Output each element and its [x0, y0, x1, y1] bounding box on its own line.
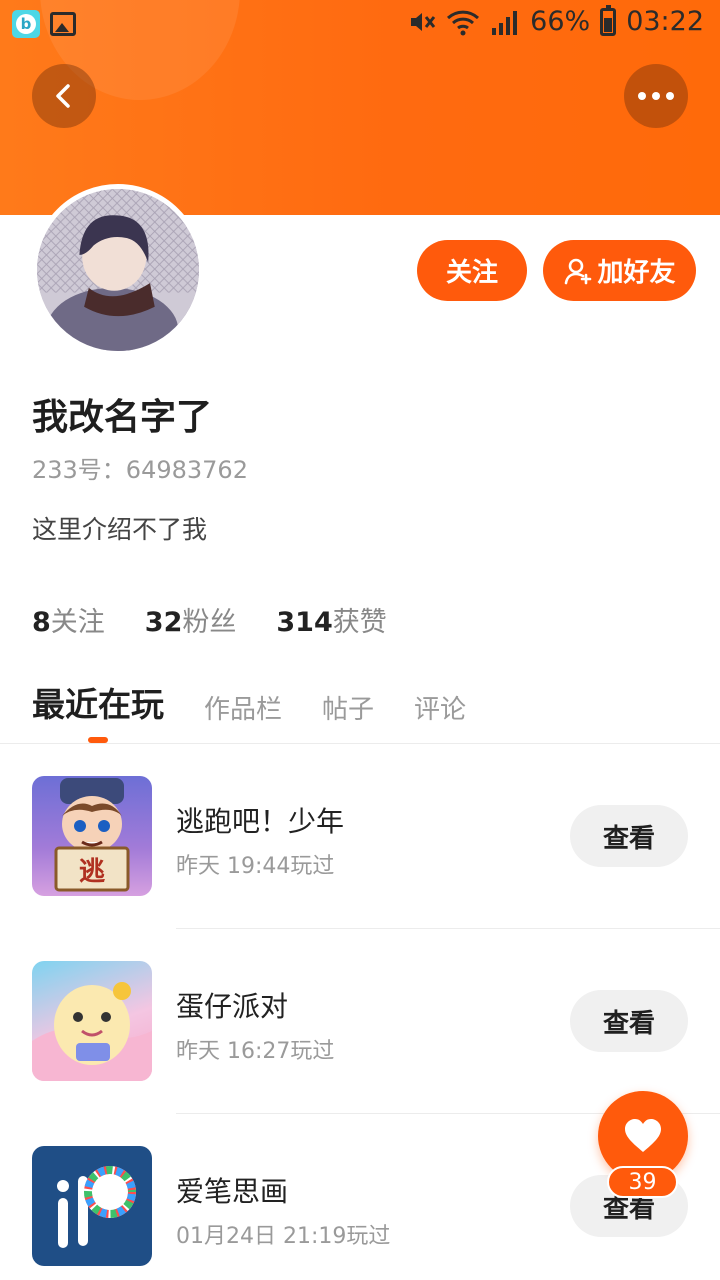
avatar[interactable] [32, 184, 204, 356]
divider [0, 743, 720, 744]
battery-percent: 66% [530, 6, 591, 37]
divider [176, 928, 720, 929]
add-friend-button[interactable]: 加好友 [543, 240, 696, 301]
signal-icon [492, 10, 518, 35]
tab-comments[interactable]: 评论 [414, 689, 466, 732]
add-friend-label: 加好友 [597, 258, 676, 288]
back-chevron-icon [56, 84, 70, 108]
tab-posts[interactable]: 帖子 [322, 689, 374, 732]
app-notification-icon: b [12, 10, 40, 38]
game-title: 逃跑吧！少年 [176, 805, 345, 838]
username: 我改名字了 [32, 397, 213, 438]
battery-icon [600, 4, 617, 36]
view-button[interactable]: 查看 [570, 805, 688, 867]
game-title: 爱笔思画 [176, 1175, 289, 1208]
bio: 这里介绍不了我 [32, 515, 208, 544]
follow-button[interactable]: 关注 [417, 240, 527, 301]
wifi-icon [447, 10, 480, 35]
stat-fans[interactable]: 32粉丝 [145, 600, 237, 639]
game-icon-escape-label: 逃 [79, 857, 105, 887]
user-id: 233号：64983762 [32, 456, 248, 484]
image-notification-icon [50, 12, 76, 36]
mute-icon [411, 12, 436, 31]
game-title: 蛋仔派对 [176, 990, 289, 1023]
heart-icon [625, 1119, 661, 1152]
game-last-played: 01月24日 21:19玩过 [176, 1224, 391, 1249]
profile-tabs: 最近在玩 作品栏 帖子 评论 [32, 678, 466, 732]
back-button[interactable] [32, 64, 96, 128]
game-icon-escape: 逃 [32, 776, 152, 896]
stats-row: 8关注 32粉丝 314获赞 [32, 600, 387, 639]
game-last-played: 昨天 16:27玩过 [176, 1039, 335, 1064]
status-bar: b 66% 03:22 [0, 0, 720, 48]
add-user-icon [565, 258, 592, 284]
like-count-badge: 39 [607, 1166, 678, 1198]
tab-recently-played[interactable]: 最近在玩 [32, 678, 164, 732]
stat-likes[interactable]: 314获赞 [276, 600, 386, 639]
clock: 03:22 [626, 6, 704, 37]
list-item[interactable]: 逃 逃跑吧！少年 昨天 19:44玩过 查看 [0, 776, 720, 961]
more-button[interactable] [624, 64, 688, 128]
game-last-played: 昨天 19:44玩过 [176, 854, 335, 879]
game-icon-eggy-party [32, 961, 152, 1081]
game-icon-ibis-paint [32, 1146, 152, 1266]
stat-following[interactable]: 8关注 [32, 600, 105, 639]
tab-works[interactable]: 作品栏 [204, 689, 282, 732]
more-dots-icon [638, 92, 674, 100]
view-button[interactable]: 查看 [570, 990, 688, 1052]
